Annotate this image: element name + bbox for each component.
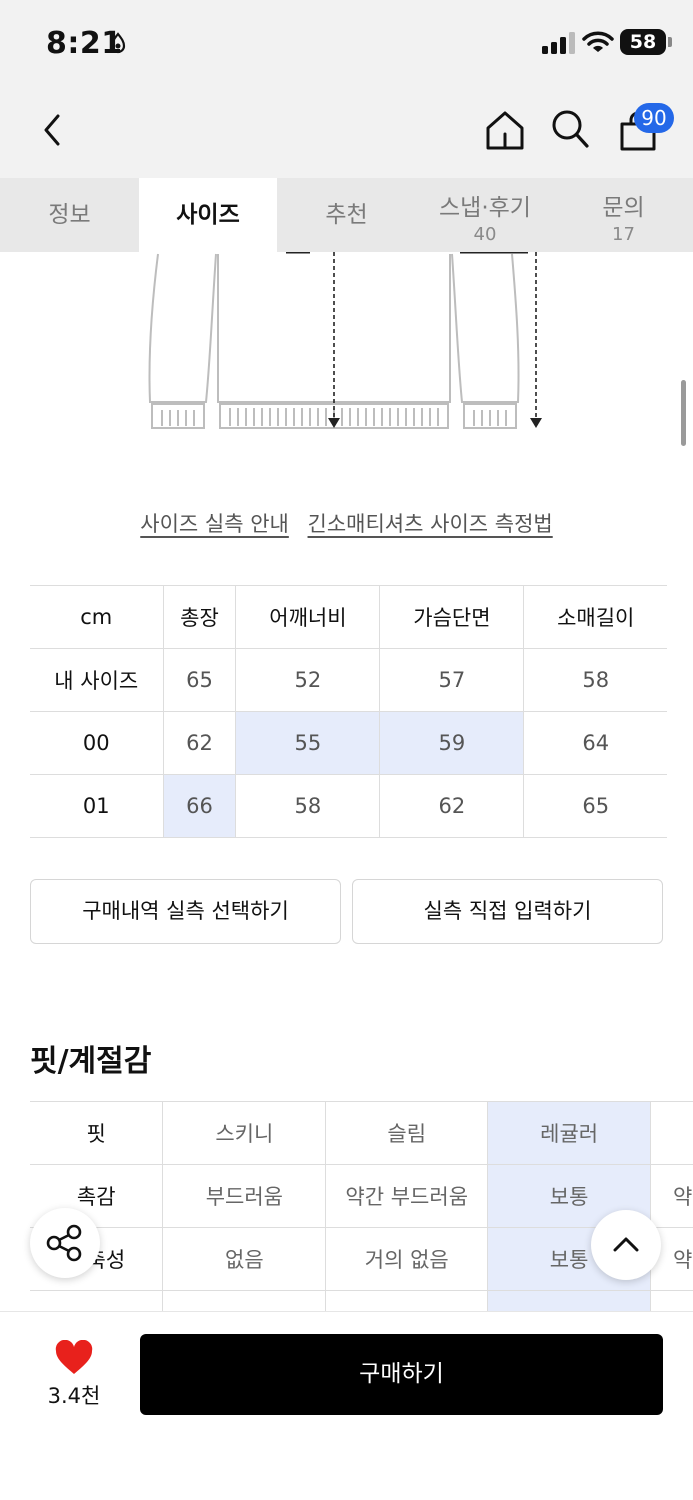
table-cell: 57 [379,648,525,712]
focus-mode-icon [110,32,126,54]
fit-option: 슬림 [325,1101,489,1165]
table-cell: 62 [379,774,525,838]
fit-option-selected [487,1290,652,1311]
table-header-cell: 가슴단면 [379,585,525,649]
tab-label: 사이즈 [176,202,240,228]
select-purchase-measurement-button[interactable]: 구매내역 실측 선택하기 [30,879,341,944]
chevron-up-icon [613,1237,639,1252]
fit-option: 약간 부드러움 [325,1164,489,1228]
size-guide-links: 사이즈 실측 안내 긴소매티셔츠 사이즈 측정법 [0,508,693,538]
share-icon [46,1224,82,1262]
battery-indicator: 58 [620,29,666,55]
fit-option: 거의 없음 [325,1227,489,1291]
size-guide-link[interactable]: 사이즈 실측 안내 [140,512,289,536]
fit-option-selected: 레귤러 [487,1101,652,1165]
table-header-cell: 총장 [163,585,237,649]
wifi-icon [582,31,614,52]
sweatshirt-measurement-illustration [148,252,542,429]
table-row: 01 66 58 62 65 [30,774,667,838]
tab-label: 문의 [602,195,645,221]
measurement-method-link[interactable]: 긴소매티셔츠 사이즈 측정법 [308,512,553,536]
fit-section-title: 핏/계절감 [30,1044,152,1079]
tab-label: 정보 [48,202,91,228]
fit-option [650,1290,693,1311]
scroll-to-top-button[interactable] [591,1210,661,1280]
row-label [30,1290,164,1311]
table-cell: 65 [163,648,237,712]
size-table: cm 총장 어깨너비 가슴단면 소매길이 내 사이즈 65 52 57 58 0… [30,585,667,838]
row-label: 핏 [30,1101,164,1165]
manual-measurement-input-button[interactable]: 실측 직접 입력하기 [352,879,663,944]
search-icon[interactable] [550,108,590,150]
fit-option: 없음 [162,1227,327,1291]
table-cell: 58 [235,774,381,838]
table-cell-highlighted: 66 [163,774,237,838]
table-row: 내 사이즈 65 52 57 58 [30,648,667,712]
scrollbar[interactable] [681,380,686,446]
row-label: 내 사이즈 [30,648,164,712]
tab-count: 40 [473,224,497,245]
table-cell: 52 [235,648,381,712]
status-bar: 8:21 58 [0,0,693,88]
table-cell: 62 [163,711,237,775]
tab-count: 17 [612,224,635,245]
tab-snap-review[interactable]: 스냅·후기 40 [416,178,554,252]
row-label: 00 [30,711,164,775]
row-label: 01 [30,774,164,838]
tab-size[interactable]: 사이즈 [139,178,277,252]
table-row: 핏 스키니 슬림 레귤러 [30,1101,693,1165]
tab-label: 추천 [325,202,368,228]
table-cell: 58 [523,648,667,712]
section-tabs: 정보 사이즈 추천 스냅·후기 40 문의 17 [0,178,693,252]
tab-label: 스냅·후기 [439,195,531,221]
app-header [0,88,693,178]
cart-count-badge: 90 [634,103,674,133]
table-row [30,1290,693,1311]
table-cell: 64 [523,711,667,775]
tab-info[interactable]: 정보 [0,178,139,252]
like-count: 3.4천 [47,1384,101,1408]
table-cell-highlighted: 59 [379,711,525,775]
buy-button[interactable]: 구매하기 [140,1334,663,1415]
battery-cap [668,37,672,47]
fit-option: 스키니 [162,1101,327,1165]
table-header-cell: 어깨너비 [235,585,381,649]
fit-option [325,1290,489,1311]
share-button[interactable] [30,1208,100,1278]
heart-icon[interactable] [54,1340,94,1376]
chevron-left-icon[interactable] [36,110,70,150]
table-header-cell: cm [30,585,164,649]
fit-option [162,1290,327,1311]
fit-table-viewport: 핏 스키니 슬림 레귤러 촉감 부드러움 약간 부드러움 보통 약 신축성 없음… [0,1101,693,1311]
tab-inquiry[interactable]: 문의 17 [554,178,693,252]
table-header-row: cm 총장 어깨너비 가슴단면 소매길이 [30,585,667,649]
table-row: 00 62 55 59 64 [30,711,667,775]
fit-option: 부드러움 [162,1164,327,1228]
table-cell: 65 [523,774,667,838]
cellular-signal-icon [542,32,575,54]
tab-recommend[interactable]: 추천 [277,178,416,252]
fit-option [650,1101,693,1165]
table-cell-highlighted: 55 [235,711,381,775]
table-header-cell: 소매길이 [523,585,667,649]
home-icon[interactable] [484,108,526,152]
